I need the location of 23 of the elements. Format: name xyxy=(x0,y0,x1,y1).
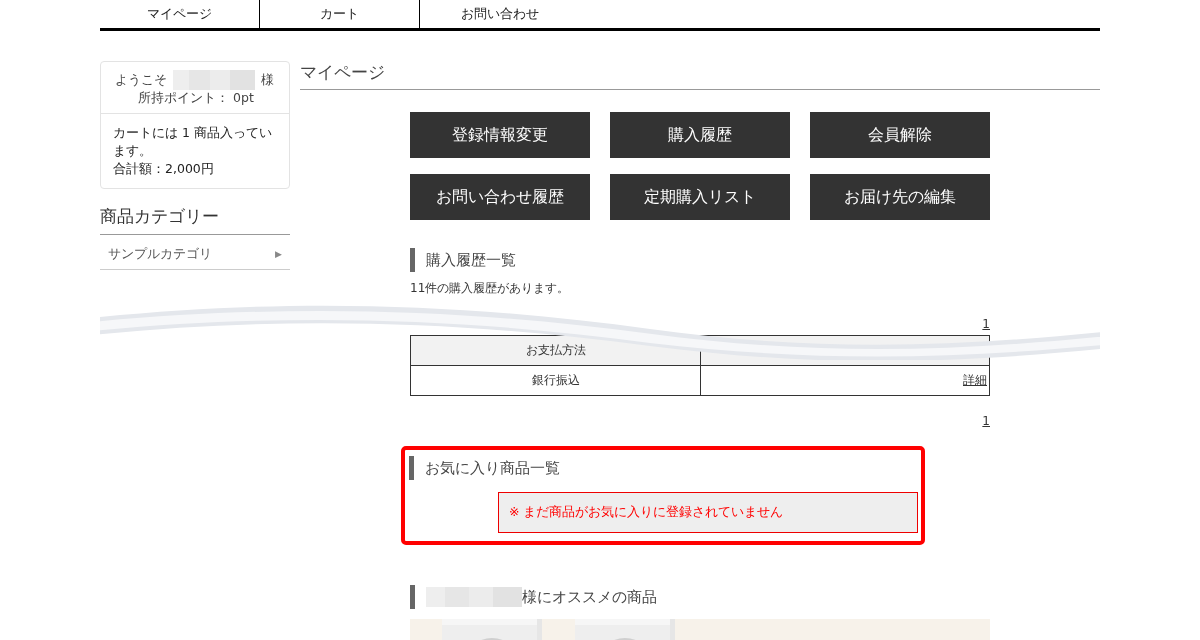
cart-message: カートには 1 商品入っています。 xyxy=(113,124,273,160)
menu-button[interactable]: お届け先の編集 xyxy=(810,174,990,220)
page-title: マイページ xyxy=(300,61,1100,90)
welcome-text: ようこそ xyxy=(115,71,167,89)
menu-button[interactable]: 会員解除 xyxy=(810,112,990,158)
section-heading: 様にオススメの商品 xyxy=(522,587,657,608)
honorific-text: 様 xyxy=(261,71,274,89)
history-count: 11件の購入履歴があります。 xyxy=(410,280,571,297)
menu-button[interactable]: お問い合わせ履歴 xyxy=(410,174,590,220)
empty-message: ※ まだ商品がお気に入りに登録されていません xyxy=(498,492,918,533)
page-link[interactable]: 1 xyxy=(982,414,990,428)
section-heading: お気に入り商品一覧 xyxy=(409,456,917,480)
page-link[interactable]: 1 xyxy=(982,317,990,331)
table-cell: 銀行振込 xyxy=(411,366,701,395)
menu-button[interactable]: 購入履歴 xyxy=(610,112,790,158)
points-text: 所持ポイント： 0pt xyxy=(137,90,255,107)
category-link[interactable]: サンプルカテゴリ ▶ xyxy=(100,235,290,270)
menu-button[interactable]: 登録情報変更 xyxy=(410,112,590,158)
section-heading: 購入履歴一覧 xyxy=(410,248,990,272)
category-heading: 商品カテゴリー xyxy=(100,205,290,235)
menu-button[interactable]: 定期購入リスト xyxy=(610,174,790,220)
cart-total: 合計額：2,000円 xyxy=(113,160,215,178)
detail-link[interactable]: 詳細 xyxy=(963,373,987,387)
